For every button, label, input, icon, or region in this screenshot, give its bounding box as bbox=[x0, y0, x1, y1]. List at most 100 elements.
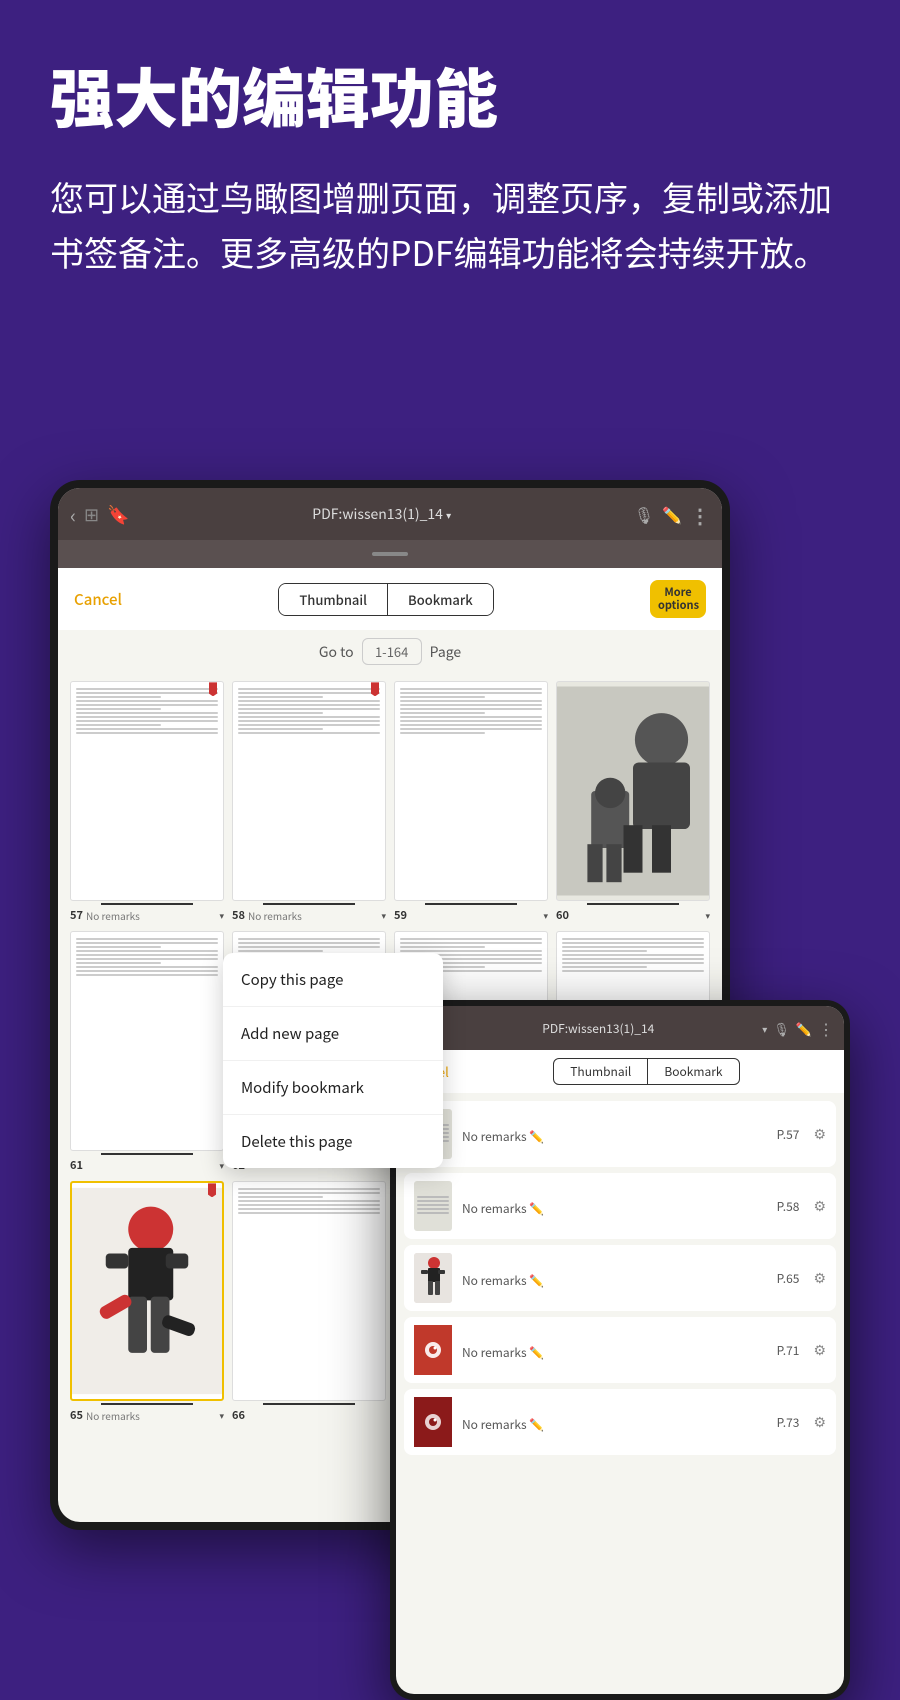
page-remark-58: No remarks bbox=[248, 908, 302, 923]
sec-mic-icon[interactable]: 🎙 bbox=[773, 1019, 790, 1038]
bm-remark-73: No remarks ✏️ bbox=[462, 1416, 544, 1433]
bm-thumb-71 bbox=[414, 1325, 452, 1375]
page-thumb-65 bbox=[70, 1181, 224, 1401]
thumbnail-57[interactable]: 57 No remarks ▾ bbox=[70, 681, 224, 923]
bm-page-71: P.71 bbox=[777, 1342, 804, 1359]
bm-page-58: P.58 bbox=[777, 1198, 804, 1215]
page-num-65: 65 bbox=[70, 1407, 83, 1423]
sec-tabs: Thumbnail Bookmark bbox=[553, 1058, 739, 1085]
tab-group: Thumbnail Bookmark bbox=[278, 583, 493, 616]
bm-info-73: No remarks ✏️ bbox=[462, 1410, 767, 1434]
modify-bookmark-menu-item[interactable]: Modify bookmark bbox=[223, 1061, 443, 1115]
context-menu: Copy this page Add new page Modify bookm… bbox=[223, 953, 443, 1168]
secondary-tab-bar: Cancel Thumbnail Bookmark bbox=[396, 1050, 844, 1093]
tablet-header: ‹ ⊞ 🔖 PDF:wissen13(1)_14 ▾ 🎙 ✏️ ⋮ bbox=[58, 488, 722, 540]
secondary-header: ‹ 🔖 PDF:wissen13(1)_14 ▾ 🎙 ✏️ ⋮ bbox=[396, 1006, 844, 1050]
thumbnail-65[interactable]: 65 No remarks ▾ bbox=[70, 1181, 224, 1423]
text-lines-58 bbox=[233, 682, 385, 742]
thumbnail-59[interactable]: 59 ▾ bbox=[394, 681, 548, 923]
bm-thumb-73 bbox=[414, 1397, 452, 1447]
bookmark-flag-57 bbox=[209, 682, 217, 696]
page-thumb-57 bbox=[70, 681, 224, 901]
bookmark-flag-58 bbox=[371, 682, 379, 696]
device-area: ‹ ⊞ 🔖 PDF:wissen13(1)_14 ▾ 🎙 ✏️ ⋮ Cancel… bbox=[50, 480, 850, 1600]
header-title: PDF:wissen13(1)_14 ▾ bbox=[138, 504, 626, 524]
bookmark-item-57[interactable]: No remarks ✏️ P.57 ⚙ bbox=[404, 1101, 836, 1167]
sec-thumbnail-tab[interactable]: Thumbnail bbox=[554, 1059, 648, 1084]
bm-settings-65[interactable]: ⚙ bbox=[813, 1268, 826, 1288]
bm-page-65: P.65 bbox=[777, 1270, 804, 1287]
bookmark-tab[interactable]: Bookmark bbox=[388, 584, 493, 615]
text-lines-64 bbox=[557, 932, 709, 980]
text-lines-61 bbox=[71, 932, 223, 984]
page-num-59: 59 bbox=[394, 907, 407, 923]
bm-eye-71 bbox=[414, 1325, 452, 1375]
text-lines-59 bbox=[395, 682, 547, 742]
page-num-60: 60 bbox=[556, 907, 569, 923]
page-num-66: 66 bbox=[232, 1407, 245, 1423]
bm-settings-71[interactable]: ⚙ bbox=[813, 1340, 826, 1360]
secondary-screen: ‹ 🔖 PDF:wissen13(1)_14 ▾ 🎙 ✏️ ⋮ Cancel T… bbox=[396, 1006, 844, 1694]
bm-remark-58: No remarks ✏️ bbox=[462, 1200, 544, 1217]
toolbar-dot bbox=[372, 552, 408, 556]
bookmark-item-58[interactable]: No remarks ✏️ P.58 ⚙ bbox=[404, 1173, 836, 1239]
bm-thumb-65 bbox=[414, 1253, 452, 1303]
bm-info-58: No remarks ✏️ bbox=[462, 1194, 767, 1218]
thumbnail-60[interactable]: 60 ▾ bbox=[556, 681, 710, 923]
bookmark-item-73[interactable]: No remarks ✏️ P.73 ⚙ bbox=[404, 1389, 836, 1455]
bm-page-57: P.57 bbox=[777, 1126, 804, 1143]
bookmark-icon[interactable]: 🔖 bbox=[107, 501, 129, 527]
mic-icon[interactable]: 🎙 bbox=[634, 502, 654, 526]
page-thumb-61 bbox=[70, 931, 224, 1151]
thumbnail-tab[interactable]: Thumbnail bbox=[279, 584, 388, 615]
thumbnail-58[interactable]: 58 No remarks ▾ bbox=[232, 681, 386, 923]
cancel-button[interactable]: Cancel bbox=[74, 589, 122, 610]
bm-remark-57: No remarks ✏️ bbox=[462, 1128, 544, 1145]
bm-settings-57[interactable]: ⚙ bbox=[813, 1124, 826, 1144]
back-button[interactable]: ‹ bbox=[70, 500, 76, 529]
page-num-58: 58 bbox=[232, 907, 245, 923]
toolbar-strip bbox=[58, 540, 722, 568]
bm-figure-65 bbox=[414, 1253, 452, 1303]
hero-section: 强大的编辑功能 您可以通过鸟瞰图增删页面，调整页序，复制或添加书签备注。更多高级… bbox=[0, 0, 900, 309]
bm-info-65: No remarks ✏️ bbox=[462, 1266, 767, 1290]
bm-info-57: No remarks ✏️ bbox=[462, 1122, 767, 1146]
bm-eye-73 bbox=[414, 1397, 452, 1447]
bookmark-list: No remarks ✏️ P.57 ⚙ bbox=[396, 1093, 844, 1469]
tablet-secondary: ‹ 🔖 PDF:wissen13(1)_14 ▾ 🎙 ✏️ ⋮ Cancel T… bbox=[390, 1000, 850, 1700]
bookmark-item-71[interactable]: No remarks ✏️ P.71 ⚙ bbox=[404, 1317, 836, 1383]
bookmark-item-65[interactable]: No remarks ✏️ P.65 ⚙ bbox=[404, 1245, 836, 1311]
goto-label-after: Page bbox=[430, 642, 462, 662]
more-icon[interactable]: ⋮ bbox=[690, 500, 710, 529]
hero-description: 您可以通过鸟瞰图增删页面，调整页序，复制或添加书签备注。更多高级的PDF编辑功能… bbox=[50, 170, 850, 279]
goto-label-before: Go to bbox=[319, 642, 354, 662]
sec-pen-icon[interactable]: ✏️ bbox=[796, 1019, 812, 1038]
page-thumb-60 bbox=[556, 681, 710, 901]
sec-more-icon[interactable]: ⋮ bbox=[818, 1016, 834, 1040]
page-remark-57: No remarks bbox=[86, 908, 140, 923]
page-thumb-58 bbox=[232, 681, 386, 901]
page-thumb-59 bbox=[394, 681, 548, 901]
more-options-button[interactable]: More options bbox=[650, 580, 706, 618]
bookmark-flag-65 bbox=[208, 1183, 216, 1197]
goto-input[interactable]: 1-164 bbox=[362, 638, 422, 665]
bm-page-73: P.73 bbox=[777, 1414, 804, 1431]
bm-settings-58[interactable]: ⚙ bbox=[813, 1196, 826, 1216]
page-num-57: 57 bbox=[70, 907, 83, 923]
page60-illustration bbox=[557, 682, 709, 900]
delete-page-menu-item[interactable]: Delete this page bbox=[223, 1115, 443, 1168]
pen-icon[interactable]: ✏️ bbox=[662, 502, 682, 526]
bm-info-71: No remarks ✏️ bbox=[462, 1338, 767, 1362]
tab-bar: Cancel Thumbnail Bookmark More options bbox=[58, 568, 722, 630]
bm-remark-71: No remarks ✏️ bbox=[462, 1344, 544, 1361]
add-page-menu-item[interactable]: Add new page bbox=[223, 1007, 443, 1061]
sec-bookmark-tab[interactable]: Bookmark bbox=[648, 1059, 738, 1084]
hero-title: 强大的编辑功能 bbox=[50, 60, 850, 130]
copy-page-menu-item[interactable]: Copy this page bbox=[223, 953, 443, 1007]
thumbnail-66[interactable]: 66 bbox=[232, 1181, 386, 1423]
thumbnail-61[interactable]: 61 ▾ bbox=[70, 931, 224, 1173]
grid-icon[interactable]: ⊞ bbox=[84, 501, 99, 527]
sec-header-title: PDF:wissen13(1)_14 bbox=[440, 1020, 756, 1037]
bm-settings-73[interactable]: ⚙ bbox=[813, 1412, 826, 1432]
page-thumb-66 bbox=[232, 1181, 386, 1401]
